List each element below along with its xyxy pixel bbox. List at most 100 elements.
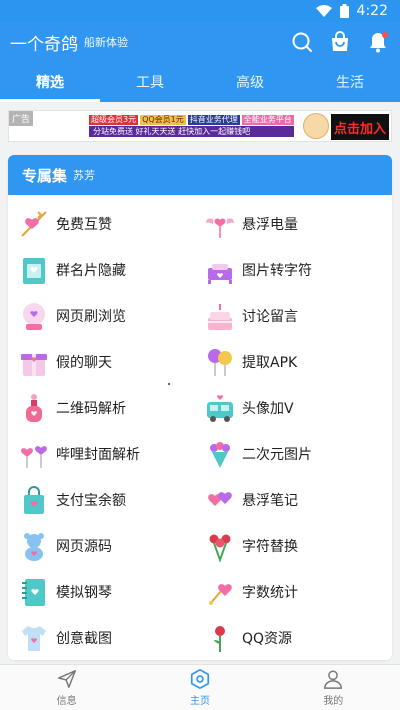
winged-heart-icon — [204, 208, 236, 240]
wifi-icon — [315, 5, 332, 17]
card-icon — [18, 254, 50, 286]
roses-icon — [204, 530, 236, 562]
feature-label: 网页源码 — [56, 539, 112, 555]
feature-item[interactable]: 头像加V — [200, 385, 392, 431]
tab-life[interactable]: 生活 — [300, 62, 400, 102]
feature-item[interactable]: 二维码解析 — [8, 385, 200, 431]
bed-icon — [204, 254, 236, 286]
feature-item[interactable]: 二次元图片 — [200, 431, 392, 477]
app-title: 一个奇鸽 — [10, 34, 78, 55]
feature-label: 悬浮电量 — [242, 217, 298, 233]
battery-icon — [339, 4, 349, 18]
feature-label: 字符替换 — [242, 539, 298, 555]
nav-label: 信息 — [56, 696, 77, 707]
feature-label: 哔哩封面解析 — [56, 447, 140, 463]
feature-label: 二维码解析 — [56, 401, 126, 417]
category-tabs: 精选 工具 高级 生活 — [0, 62, 400, 102]
feature-label: 讨论留言 — [242, 309, 298, 325]
section-subtitle: 苏芳 — [73, 169, 96, 182]
feature-label: 群名片隐藏 — [56, 263, 126, 279]
ad-chip: 超级会员3元 — [89, 115, 139, 125]
heart-balloons-icon — [18, 438, 50, 470]
feature-item[interactable]: 悬浮电量 — [200, 201, 392, 247]
tshirt-icon — [18, 622, 50, 654]
heart-wand-icon — [204, 576, 236, 608]
feature-label: 悬浮笔记 — [242, 493, 298, 509]
perfume-icon — [18, 392, 50, 424]
ad-join-button[interactable]: 点击加入 — [331, 114, 389, 140]
snow-globe-icon — [18, 300, 50, 332]
nav-profile[interactable]: 我的 — [267, 665, 400, 710]
ad-tag: 广告 — [9, 111, 34, 126]
feature-label: 免费互赞 — [56, 217, 112, 233]
ad-banner[interactable]: 广告 超级会员3元 QQ会员1元 抖音业务代理 全能业务平台 分站免费送 好礼天… — [8, 110, 392, 142]
app-subtitle: 船新体验 — [84, 36, 128, 49]
rose-glass-icon — [204, 622, 236, 654]
feature-item[interactable]: 悬浮笔记 — [200, 477, 392, 523]
nav-messages[interactable]: 信息 — [0, 665, 133, 710]
feature-label: 假的聊天 — [56, 355, 112, 371]
tab-tools[interactable]: 工具 — [100, 62, 200, 102]
feature-item[interactable]: 模拟钢琴 — [8, 569, 200, 615]
van-icon — [204, 392, 236, 424]
feature-label: 图片转字符 — [242, 263, 312, 279]
feature-item[interactable]: 图片转字符 — [200, 247, 392, 293]
bouquet-icon — [204, 438, 236, 470]
nav-home[interactable]: 主页 — [133, 665, 266, 710]
feature-item[interactable]: 字数统计 — [200, 569, 392, 615]
feature-label: 提取APK — [242, 355, 298, 371]
feature-item[interactable]: 创意截图 — [8, 615, 200, 660]
feature-label: QQ资源 — [242, 631, 293, 647]
feature-label: 模拟钢琴 — [56, 585, 112, 601]
feature-label: 头像加V — [242, 401, 294, 417]
teddy-bear-icon — [18, 530, 50, 562]
notebook-icon — [18, 576, 50, 608]
section-title: 专属集 — [22, 166, 68, 185]
balloons-icon — [204, 346, 236, 378]
search-icon[interactable] — [290, 30, 314, 54]
home-hex-icon — [190, 668, 210, 690]
feature-item[interactable]: 假的聊天 — [8, 339, 200, 385]
feature-item[interactable]: 讨论留言 — [200, 293, 392, 339]
app-bar: 一个奇鸽 船新体验 — [0, 22, 400, 62]
card-header: 专属集 苏芳 — [8, 155, 392, 195]
feature-item[interactable]: 网页源码 — [8, 523, 200, 569]
feature-label: 二次元图片 — [242, 447, 312, 463]
decorative-dot — [168, 383, 170, 385]
ad-slogan: 分站免费送 好礼天天送 赶快加入一起赚钱吧 — [89, 126, 294, 137]
gift-box-icon — [18, 346, 50, 378]
feature-item[interactable]: 提取APK — [200, 339, 392, 385]
ad-chip: 全能业务平台 — [241, 115, 294, 125]
feature-label: 网页刷浏览 — [56, 309, 126, 325]
feature-card: 专属集 苏芳 免费互赞 悬浮电量群名片隐藏 图片转字符网页刷浏览 讨论留言假的聊天 提取… — [8, 155, 392, 660]
cake-icon — [204, 300, 236, 332]
feature-item[interactable]: 群名片隐藏 — [8, 247, 200, 293]
feature-label: 创意截图 — [56, 631, 112, 647]
feature-item[interactable]: 网页刷浏览 — [8, 293, 200, 339]
shopping-bag-icon — [18, 484, 50, 516]
nav-label: 我的 — [323, 696, 344, 707]
tab-featured[interactable]: 精选 — [0, 62, 100, 102]
status-bar: 4:22 — [0, 0, 400, 22]
feature-item[interactable]: 字符替换 — [200, 523, 392, 569]
user-icon — [324, 670, 343, 689]
hearts-pair-icon — [204, 484, 236, 516]
feature-item[interactable]: 免费互赞 — [8, 201, 200, 247]
bottom-nav: 信息 主页 我的 — [0, 664, 400, 710]
status-time: 4:22 — [356, 3, 388, 19]
feature-label: 支付宝余额 — [56, 493, 126, 509]
nav-label: 主页 — [189, 696, 210, 707]
feature-item[interactable]: 哔哩封面解析 — [8, 431, 200, 477]
ad-chip: 抖音业务代理 — [187, 115, 240, 125]
heart-arrow-icon — [18, 208, 50, 240]
tab-advanced[interactable]: 高级 — [200, 62, 300, 102]
feature-grid: 免费互赞 悬浮电量群名片隐藏 图片转字符网页刷浏览 讨论留言假的聊天 提取APK 二维码解… — [8, 195, 392, 660]
bag-icon[interactable] — [328, 30, 352, 54]
feature-label: 字数统计 — [242, 585, 298, 601]
ad-mascot-icon — [303, 113, 329, 139]
send-icon — [57, 670, 76, 688]
bell-icon[interactable] — [366, 30, 390, 54]
ad-chip: QQ会员1元 — [140, 115, 186, 125]
feature-item[interactable]: QQ资源 — [200, 615, 392, 660]
feature-item[interactable]: 支付宝余额 — [8, 477, 200, 523]
